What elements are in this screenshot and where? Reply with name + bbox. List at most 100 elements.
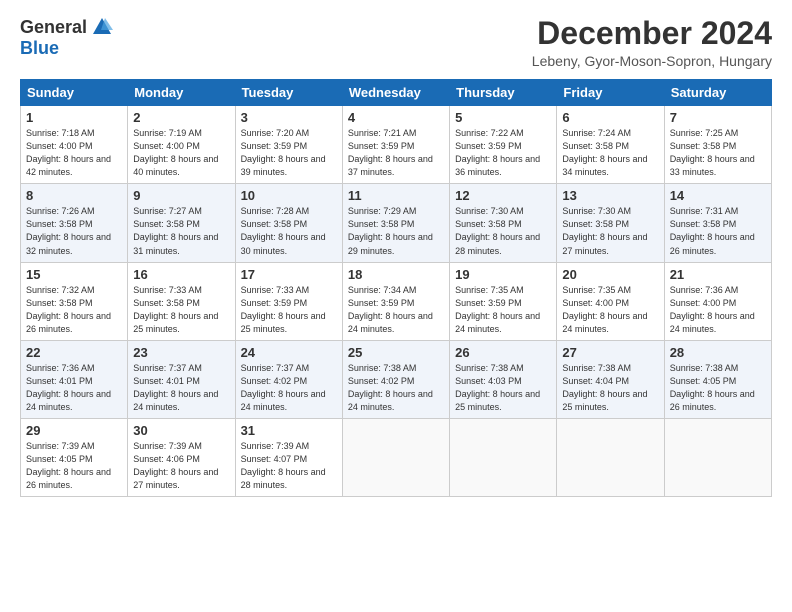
calendar-cell: 29 Sunrise: 7:39 AMSunset: 4:05 PMDayligh…	[21, 418, 128, 496]
calendar-cell: 16Sunrise: 7:33 AMSunset: 3:58 PMDayligh…	[128, 262, 235, 340]
day-number: 26	[455, 345, 551, 360]
day-number: 20	[562, 267, 658, 282]
day-info: Sunrise: 7:30 AMSunset: 3:58 PMDaylight:…	[455, 206, 540, 255]
day-info: Sunrise: 7:38 AMSunset: 4:02 PMDaylight:…	[348, 363, 433, 412]
day-number: 17	[241, 267, 337, 282]
calendar-cell: 1Sunrise: 7:18 AMSunset: 4:00 PMDaylight…	[21, 106, 128, 184]
day-info: Sunrise: 7:39 AMSunset: 4:07 PMDaylight:…	[241, 441, 326, 490]
calendar-cell: 24 Sunrise: 7:37 AMSunset: 4:02 PMDayligh…	[235, 340, 342, 418]
calendar-table: SundayMondayTuesdayWednesdayThursdayFrid…	[20, 79, 772, 497]
day-info: Sunrise: 7:25 AMSunset: 3:58 PMDaylight:…	[670, 128, 755, 177]
day-info: Sunrise: 7:31 AMSunset: 3:58 PMDaylight:…	[670, 206, 755, 255]
day-info: Sunrise: 7:26 AMSunset: 3:58 PMDaylight:…	[26, 206, 111, 255]
calendar-cell: 26 Sunrise: 7:38 AMSunset: 4:03 PMDayligh…	[450, 340, 557, 418]
day-number: 25	[348, 345, 444, 360]
day-info: Sunrise: 7:38 AMSunset: 4:03 PMDaylight:…	[455, 363, 540, 412]
day-info: Sunrise: 7:18 AMSunset: 4:00 PMDaylight:…	[26, 128, 111, 177]
calendar-cell: 21 Sunrise: 7:36 AMSunset: 4:00 PMDayligh…	[664, 262, 771, 340]
day-info: Sunrise: 7:19 AMSunset: 4:00 PMDaylight:…	[133, 128, 218, 177]
month-title: December 2024	[532, 16, 772, 51]
title-block: December 2024 Lebeny, Gyor-Moson-Sopron,…	[532, 16, 772, 69]
calendar-cell: 2 Sunrise: 7:19 AMSunset: 4:00 PMDaylight…	[128, 106, 235, 184]
day-info: Sunrise: 7:20 AMSunset: 3:59 PMDaylight:…	[241, 128, 326, 177]
day-number: 2	[133, 110, 229, 125]
day-info: Sunrise: 7:29 AMSunset: 3:58 PMDaylight:…	[348, 206, 433, 255]
day-number: 18	[348, 267, 444, 282]
day-info: Sunrise: 7:37 AMSunset: 4:02 PMDaylight:…	[241, 363, 326, 412]
location: Lebeny, Gyor-Moson-Sopron, Hungary	[532, 53, 772, 69]
col-header-sunday: Sunday	[21, 80, 128, 106]
week-row-4: 22 Sunrise: 7:36 AMSunset: 4:01 PMDayligh…	[21, 340, 772, 418]
calendar-cell: 17Sunrise: 7:33 AMSunset: 3:59 PMDayligh…	[235, 262, 342, 340]
calendar-cell	[664, 418, 771, 496]
day-number: 13	[562, 188, 658, 203]
logo-icon	[91, 16, 113, 38]
calendar-cell: 25 Sunrise: 7:38 AMSunset: 4:02 PMDayligh…	[342, 340, 449, 418]
day-number: 14	[670, 188, 766, 203]
week-row-5: 29 Sunrise: 7:39 AMSunset: 4:05 PMDayligh…	[21, 418, 772, 496]
col-header-monday: Monday	[128, 80, 235, 106]
calendar-cell: 15Sunrise: 7:32 AMSunset: 3:58 PMDayligh…	[21, 262, 128, 340]
day-number: 24	[241, 345, 337, 360]
day-info: Sunrise: 7:22 AMSunset: 3:59 PMDaylight:…	[455, 128, 540, 177]
day-number: 28	[670, 345, 766, 360]
col-header-saturday: Saturday	[664, 80, 771, 106]
day-number: 3	[241, 110, 337, 125]
day-info: Sunrise: 7:39 AMSunset: 4:06 PMDaylight:…	[133, 441, 218, 490]
col-header-friday: Friday	[557, 80, 664, 106]
day-info: Sunrise: 7:33 AMSunset: 3:58 PMDaylight:…	[133, 285, 218, 334]
day-number: 9	[133, 188, 229, 203]
day-info: Sunrise: 7:36 AMSunset: 4:01 PMDaylight:…	[26, 363, 111, 412]
header: General Blue December 2024 Lebeny, Gyor-…	[20, 16, 772, 69]
day-number: 29	[26, 423, 122, 438]
col-header-thursday: Thursday	[450, 80, 557, 106]
day-number: 12	[455, 188, 551, 203]
day-number: 15	[26, 267, 122, 282]
calendar-cell: 7Sunrise: 7:25 AMSunset: 3:58 PMDaylight…	[664, 106, 771, 184]
calendar-cell: 9Sunrise: 7:27 AMSunset: 3:58 PMDaylight…	[128, 184, 235, 262]
day-number: 10	[241, 188, 337, 203]
col-header-tuesday: Tuesday	[235, 80, 342, 106]
day-number: 22	[26, 345, 122, 360]
calendar-cell: 27Sunrise: 7:38 AMSunset: 4:04 PMDayligh…	[557, 340, 664, 418]
day-number: 31	[241, 423, 337, 438]
calendar-cell: 4Sunrise: 7:21 AMSunset: 3:59 PMDaylight…	[342, 106, 449, 184]
calendar-cell: 28Sunrise: 7:38 AMSunset: 4:05 PMDayligh…	[664, 340, 771, 418]
day-number: 21	[670, 267, 766, 282]
day-info: Sunrise: 7:34 AMSunset: 3:59 PMDaylight:…	[348, 285, 433, 334]
calendar-cell: 3 Sunrise: 7:20 AMSunset: 3:59 PMDaylight…	[235, 106, 342, 184]
calendar-cell	[450, 418, 557, 496]
calendar-cell: 5 Sunrise: 7:22 AMSunset: 3:59 PMDaylight…	[450, 106, 557, 184]
calendar-cell: 8Sunrise: 7:26 AMSunset: 3:58 PMDaylight…	[21, 184, 128, 262]
calendar-cell: 31 Sunrise: 7:39 AMSunset: 4:07 PMDayligh…	[235, 418, 342, 496]
day-number: 30	[133, 423, 229, 438]
day-info: Sunrise: 7:35 AMSunset: 3:59 PMDaylight:…	[455, 285, 540, 334]
logo-general-text: General	[20, 17, 87, 38]
day-number: 11	[348, 188, 444, 203]
calendar-cell: 22 Sunrise: 7:36 AMSunset: 4:01 PMDayligh…	[21, 340, 128, 418]
week-row-2: 8Sunrise: 7:26 AMSunset: 3:58 PMDaylight…	[21, 184, 772, 262]
col-header-wednesday: Wednesday	[342, 80, 449, 106]
day-info: Sunrise: 7:36 AMSunset: 4:00 PMDaylight:…	[670, 285, 755, 334]
calendar-cell: 13Sunrise: 7:30 AMSunset: 3:58 PMDayligh…	[557, 184, 664, 262]
calendar-cell: 19Sunrise: 7:35 AMSunset: 3:59 PMDayligh…	[450, 262, 557, 340]
week-row-1: 1Sunrise: 7:18 AMSunset: 4:00 PMDaylight…	[21, 106, 772, 184]
calendar-cell	[342, 418, 449, 496]
day-number: 5	[455, 110, 551, 125]
day-info: Sunrise: 7:39 AMSunset: 4:05 PMDaylight:…	[26, 441, 111, 490]
day-info: Sunrise: 7:21 AMSunset: 3:59 PMDaylight:…	[348, 128, 433, 177]
day-info: Sunrise: 7:24 AMSunset: 3:58 PMDaylight:…	[562, 128, 647, 177]
day-info: Sunrise: 7:38 AMSunset: 4:04 PMDaylight:…	[562, 363, 647, 412]
calendar-cell: 23Sunrise: 7:37 AMSunset: 4:01 PMDayligh…	[128, 340, 235, 418]
page: General Blue December 2024 Lebeny, Gyor-…	[0, 0, 792, 612]
calendar-cell: 10 Sunrise: 7:28 AMSunset: 3:58 PMDayligh…	[235, 184, 342, 262]
calendar-cell: 30 Sunrise: 7:39 AMSunset: 4:06 PMDayligh…	[128, 418, 235, 496]
day-number: 6	[562, 110, 658, 125]
week-row-3: 15Sunrise: 7:32 AMSunset: 3:58 PMDayligh…	[21, 262, 772, 340]
calendar-cell: 20Sunrise: 7:35 AMSunset: 4:00 PMDayligh…	[557, 262, 664, 340]
logo-blue-text: Blue	[20, 38, 59, 59]
day-number: 23	[133, 345, 229, 360]
calendar-cell	[557, 418, 664, 496]
day-info: Sunrise: 7:28 AMSunset: 3:58 PMDaylight:…	[241, 206, 326, 255]
calendar-cell: 11 Sunrise: 7:29 AMSunset: 3:58 PMDayligh…	[342, 184, 449, 262]
